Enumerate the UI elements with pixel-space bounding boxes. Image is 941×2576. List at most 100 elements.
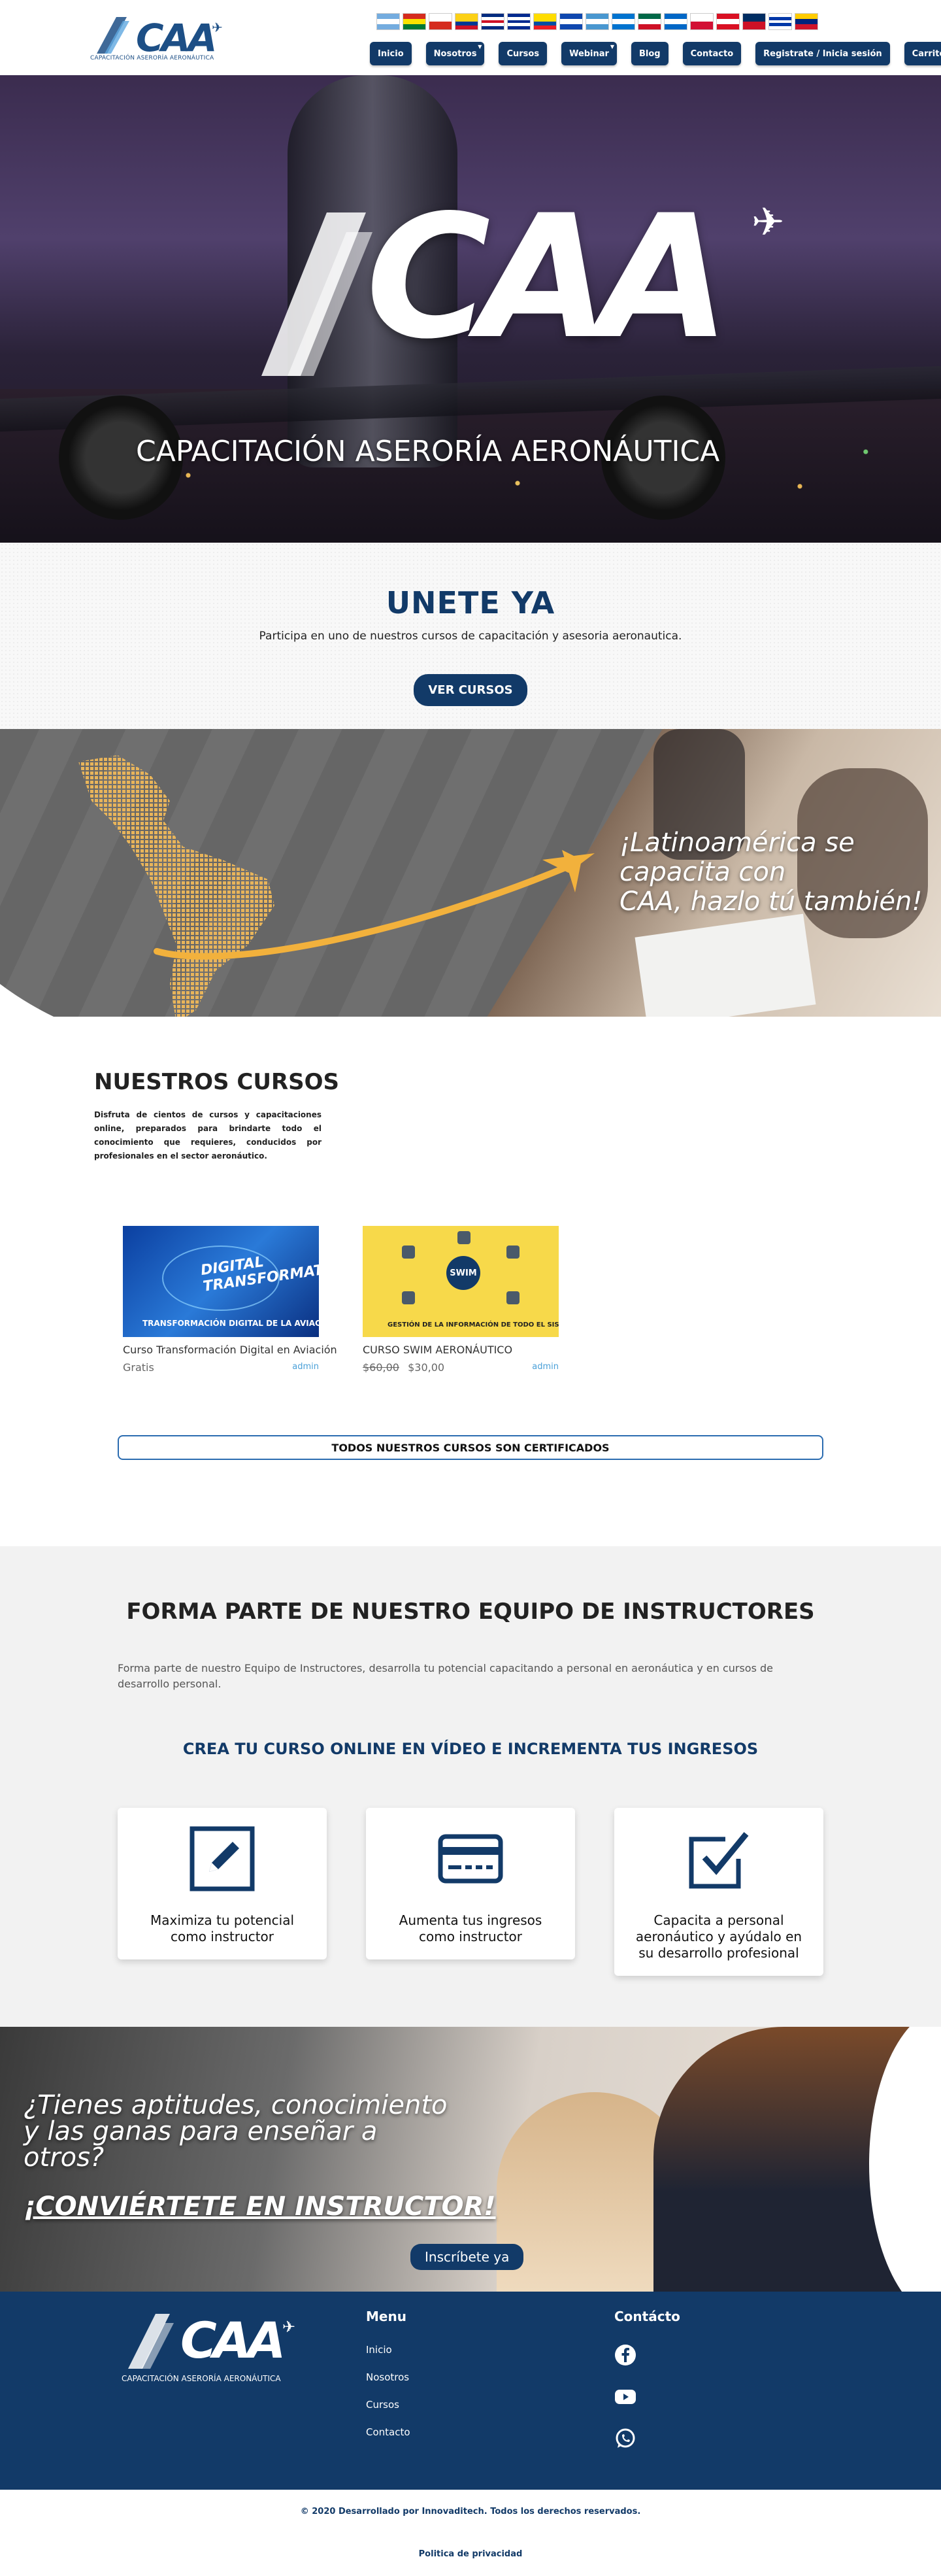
instructor-question: ¿Tienes aptitudes, conocimiento y las ga… [24,2092,448,2171]
flag-dominican-republic-icon[interactable] [742,13,766,30]
thumbnail-node [402,1291,415,1304]
nav-label: Inicio [378,48,404,59]
footer-contact-title: Contácto [614,2309,680,2324]
feature-label-line: Aumenta tus ingresos [399,1912,542,1928]
latam-slogan-line: capacita con [619,856,786,887]
privacy-policy-link[interactable]: Politica de privacidad [0,2549,941,2559]
site-logo[interactable]: CAA ✈ CAPACITACIÓN ASERORÍA AERONÁUTICA [90,12,227,65]
join-title: UNETE YA [386,585,555,620]
instructors-title: FORMA PARTE DE NUESTRO EQUIPO DE INSTRUC… [126,1599,815,1625]
instructor-question-line: ¿Tienes aptitudes, conocimiento [24,2090,448,2120]
course-card[interactable]: DIGITAL TRANSFORMATION TRANSFORMACIÓN DI… [123,1226,345,1374]
flag-costa-rica-icon[interactable] [481,13,504,30]
site-header: CAA ✈ CAPACITACIÓN ASERORÍA AERONÁUTICA … [0,0,941,75]
thumbnail-caption: TRANSFORMACIÓN DIGITAL DE LA AVIACIÓN [142,1319,319,1328]
flag-el-salvador-icon[interactable] [559,13,583,30]
flag-peru-icon[interactable] [716,13,740,30]
country-flags [376,13,818,30]
nav-contacto-button[interactable]: Contacto [682,42,742,65]
instructor-question-line: otros? [24,2143,105,2173]
thumbnail-node [506,1291,520,1304]
flag-cuba-icon[interactable] [507,13,531,30]
certified-courses-banner: TODOS NUESTROS CURSOS SON CERTIFICADOS [118,1435,823,1460]
flag-venezuela-icon[interactable] [795,13,818,30]
feature-label-line: su desarrollo profesional [638,1945,799,1961]
thumbnail-caption: GESTIÓN DE LA INFORMACIÓN DE TODO EL SIS… [388,1321,559,1329]
flag-bolivia-icon[interactable] [403,13,426,30]
footer-link-contacto[interactable]: Contacto [366,2426,410,2438]
footer-link-inicio[interactable]: Inicio [366,2344,410,2356]
feature-card: Capacita a personal aeronáutico y ayúdal… [614,1808,823,1976]
nav-label: Cursos [506,48,540,59]
course-thumbnail[interactable]: DIGITAL TRANSFORMATION TRANSFORMACIÓN DI… [123,1226,319,1337]
copyright-text: © 2020 Desarrollado por Innovaditech. To… [300,2507,641,2517]
footer-menu: Inicio Nosotros Cursos Contacto [366,2344,410,2454]
hero-airplane-icon: ✈ [751,199,785,245]
flag-panama-icon[interactable] [690,13,714,30]
course-title[interactable]: CURSO SWIM AERONÁUTICO [363,1344,585,1356]
flag-mexico-icon[interactable] [638,13,661,30]
footer-menu-title: Menu [366,2309,406,2324]
course-old-price: $60,00 [363,1361,399,1374]
feature-label-line: aeronáutico y ayúdalo en [635,1929,802,1944]
nav-blog-button[interactable]: Blog [631,42,669,65]
course-author[interactable]: admin [532,1362,559,1372]
nav-webinar-button[interactable]: Webinar ▼ [561,42,617,65]
nav-label: Carrito [912,48,941,59]
logo-text: CAA [136,16,217,60]
whatsapp-icon[interactable] [614,2428,636,2450]
nav-cursos-button[interactable]: Cursos [499,42,548,65]
logo-swoosh-icon [97,17,129,54]
flag-colombia-icon[interactable] [455,13,478,30]
photo-paper [635,913,816,1017]
thumbnail-node [457,1231,470,1244]
chevron-down-icon: ▼ [478,44,482,50]
nav-registrate-inicia-sesi-n-button[interactable]: Registrate / Inicia sesión [755,42,890,65]
hero-logo-text: CAA [366,179,730,377]
pencil-icon [190,1826,255,1891]
signup-instructor-button[interactable]: Inscríbete ya [410,2244,524,2270]
course-title[interactable]: Curso Transformación Digital en Aviación [123,1344,345,1356]
thumbnail-node [402,1246,415,1259]
footer-logo-swoosh-icon [128,2314,174,2369]
flag-nicaragua-icon[interactable] [664,13,687,30]
nav-label: Nosotros [433,48,477,59]
footer-link-nosotros[interactable]: Nosotros [366,2371,410,2383]
nav-nosotros-button[interactable]: Nosotros ▼ [425,42,485,65]
view-courses-button[interactable]: VER CURSOS [414,674,527,706]
feature-card: Aumenta tus ingresos como instructor [366,1808,575,1959]
course-card[interactable]: SWIM GESTIÓN DE LA INFORMACIÓN DE TODO E… [363,1226,585,1374]
flag-ecuador-icon[interactable] [533,13,557,30]
nav-label: Registrate / Inicia sesión [763,48,882,59]
nav-label: Blog [638,48,661,59]
become-instructor-banner: ¿Tienes aptitudes, conocimiento y las ga… [0,2027,941,2292]
course-author[interactable]: admin [292,1362,319,1372]
thumbnail-node [506,1246,520,1259]
credit-card-icon [438,1834,503,1884]
flag-guatemala-icon[interactable] [586,13,609,30]
flag-honduras-icon[interactable] [612,13,635,30]
page-bottom: © 2020 Desarrollado por Innovaditech. To… [0,2490,941,2575]
nav-inicio-button[interactable]: Inicio [370,42,412,65]
feature-card: Maximiza tu potencial como instructor [118,1808,327,1959]
join-section: UNETE YA Participa en uno de nuestros cu… [0,543,941,729]
youtube-icon[interactable] [614,2386,636,2408]
course-current-price: $30,00 [408,1361,445,1374]
flag-argentina-icon[interactable] [376,13,400,30]
site-footer: CAA ✈ CAPACITACIÓN ASERORÍA AERONÁUTICA … [0,2292,941,2490]
flag-chile-icon[interactable] [429,13,452,30]
instructors-section: FORMA PARTE DE NUESTRO EQUIPO DE INSTRUC… [0,1546,941,2027]
hero-banner: CAA ✈ CAPACITACIÓN ASERORÍA AERONÁUTICA [0,75,941,543]
footer-social [614,2344,636,2469]
footer-link-cursos[interactable]: Cursos [366,2399,410,2411]
nav-carrito-button[interactable]: Carrito [904,42,941,65]
footer-logo[interactable]: CAA ✈ CAPACITACIÓN ASERORÍA AERONÁUTICA [122,2311,305,2390]
logo-tagline: CAPACITACIÓN ASERORÍA AERONÁUTICA [90,55,214,61]
instructor-question-line: y las ganas para enseñar a [24,2116,378,2146]
course-thumbnail[interactable]: SWIM GESTIÓN DE LA INFORMACIÓN DE TODO E… [363,1226,559,1337]
feature-label: Maximiza tu potencial como instructor [131,1912,314,1945]
facebook-icon[interactable] [614,2344,636,2366]
flag-uruguay-icon[interactable] [768,13,792,30]
course-current-price: Gratis [123,1361,154,1374]
latam-slogan-line: ¡Latinoamérica se [619,828,855,858]
